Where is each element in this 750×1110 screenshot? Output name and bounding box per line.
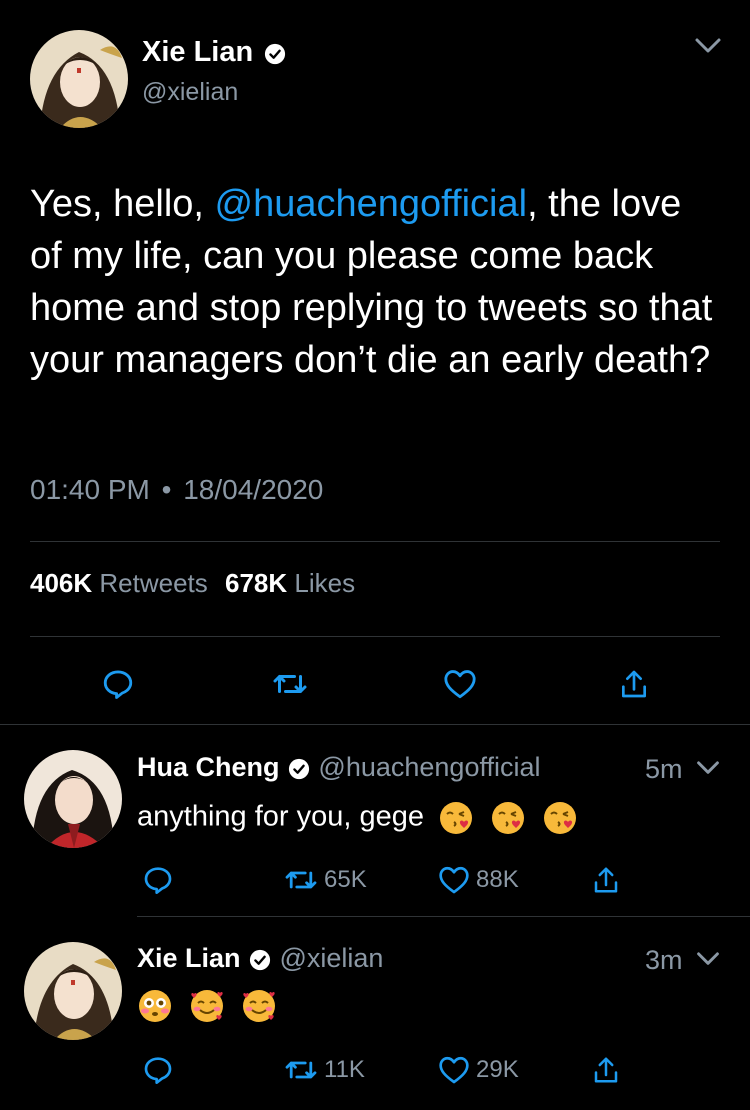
- retweet-icon: [285, 1061, 317, 1079]
- reply-icon[interactable]: [138, 1052, 178, 1088]
- like-icon[interactable]: [438, 662, 482, 706]
- main-author-name[interactable]: Xie Lian: [142, 36, 253, 68]
- retweet-icon: [285, 871, 317, 889]
- reply-author-name[interactable]: Hua Cheng: [137, 752, 280, 782]
- share-icon[interactable]: [612, 662, 656, 706]
- main-tweet-text: Yes, hello, @huachengofficial, the love …: [30, 183, 713, 381]
- likes-stat[interactable]: 678K Likes: [225, 568, 355, 598]
- kissing-heart-emoji: [544, 802, 577, 834]
- like-button[interactable]: 88K: [438, 862, 519, 898]
- reply-header: Xie Lian @xielian: [137, 943, 383, 976]
- reply-text: [137, 988, 277, 1024]
- chevron-down-icon[interactable]: [688, 30, 728, 62]
- verified-badge-icon: [264, 43, 286, 70]
- chevron-down-icon[interactable]: [690, 752, 726, 784]
- reply-header: Hua Cheng @huachengofficial: [137, 752, 541, 785]
- tweet-timestamp[interactable]: 01:40 PM • 18/04/2020: [30, 474, 323, 506]
- like-count: 29K: [476, 1056, 519, 1083]
- reply-time[interactable]: 3m: [645, 945, 683, 976]
- smiling-hearts-emoji: [243, 990, 276, 1022]
- like-count: 88K: [476, 866, 519, 893]
- like-icon: [439, 1056, 469, 1084]
- reply-author-handle[interactable]: @xielian: [279, 943, 383, 973]
- share-icon[interactable]: [588, 862, 624, 898]
- retweet-icon[interactable]: [268, 662, 312, 706]
- like-button[interactable]: 29K: [438, 1052, 519, 1088]
- retweet-count: 11K: [324, 1056, 365, 1083]
- main-tweet-avatar[interactable]: [30, 30, 128, 128]
- smiling-hearts-emoji: [191, 990, 224, 1022]
- verified-badge-icon: [288, 758, 310, 785]
- reply-avatar[interactable]: [24, 942, 122, 1040]
- mention-link[interactable]: @huachengofficial: [215, 183, 528, 225]
- verified-badge-icon: [249, 949, 271, 976]
- kissing-heart-emoji: [492, 802, 525, 834]
- retweet-button[interactable]: 11K: [284, 1052, 365, 1088]
- share-icon[interactable]: [588, 1052, 624, 1088]
- reply-avatar[interactable]: [24, 750, 122, 848]
- retweet-button[interactable]: 65K: [284, 862, 367, 898]
- flushed-face-emoji: [139, 990, 171, 1022]
- reply-time[interactable]: 5m: [645, 754, 683, 785]
- reply-icon[interactable]: [96, 662, 140, 706]
- divider: [137, 916, 750, 917]
- divider: [30, 636, 720, 637]
- reply-author-name[interactable]: Xie Lian: [137, 943, 241, 973]
- kissing-heart-emoji: [440, 802, 473, 834]
- retweet-count: 65K: [324, 866, 367, 893]
- reply-icon[interactable]: [138, 862, 178, 898]
- reply-text: anything for you, gege: [137, 800, 578, 836]
- like-icon: [439, 866, 469, 894]
- divider: [0, 724, 750, 725]
- main-author-handle[interactable]: @xielian: [142, 78, 238, 107]
- chevron-down-icon[interactable]: [690, 943, 726, 975]
- reply-author-handle[interactable]: @huachengofficial: [318, 752, 540, 782]
- tweet-stats: 406K Retweets 678K Likes: [30, 568, 355, 599]
- divider: [30, 541, 720, 542]
- retweets-stat[interactable]: 406K Retweets: [30, 568, 208, 598]
